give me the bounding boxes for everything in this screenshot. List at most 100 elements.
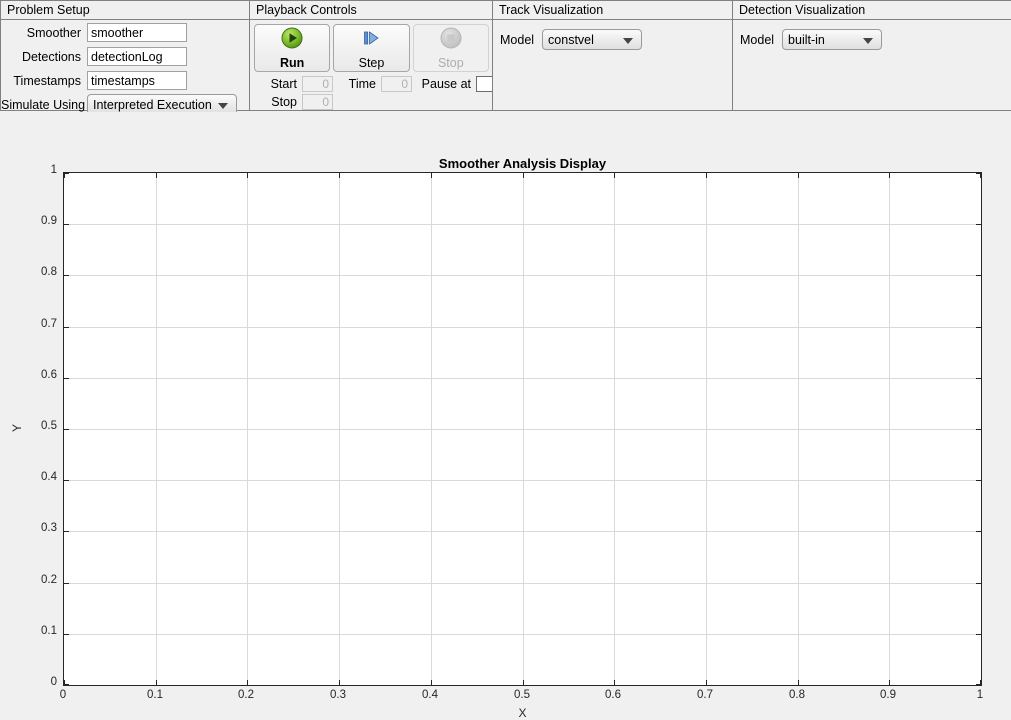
panel-body-track-visualization: Model constvel [493,20,732,110]
panel-detection-visualization: Detection Visualization Model built-in [732,0,1011,111]
field-row-detections: Detections [1,45,249,68]
y-axis-tick [976,327,981,328]
y-tick-label: 0 [50,676,57,688]
label-track-model: Model [500,32,535,47]
chevron-down-icon [623,37,634,44]
panel-title-detection-visualization: Detection Visualization [733,1,1011,20]
x-tick-label: 0.1 [147,689,163,701]
y-axis-tick [64,429,69,430]
y-tick-label: 0.6 [41,369,57,381]
step-button[interactable]: Step [333,24,410,72]
label-timestamps: Timestamps [13,73,81,88]
detections-input[interactable] [87,47,187,66]
stop-button-label: Stop [437,56,464,70]
grid-line-horizontal [64,480,981,481]
y-axis-tick [976,480,981,481]
plot-axes[interactable] [63,172,982,686]
panel-title-problem-setup: Problem Setup [1,1,249,20]
y-axis-label: Y [10,424,24,433]
x-tick-label: 0 [59,689,67,701]
x-axis-tick [339,173,340,178]
x-axis-tick [247,680,248,685]
y-axis-tick [976,378,981,379]
playback-button-group: Run Step Stop [250,20,492,72]
run-button-label: Run [280,56,305,70]
y-axis-tick [64,173,69,174]
y-axis-tick [64,327,69,328]
x-axis-tick [156,680,157,685]
panel-body-detection-visualization: Model built-in [733,20,1011,110]
y-axis-tick [64,275,69,276]
chevron-down-icon [863,37,874,44]
y-axis-tick [976,429,981,430]
playback-field-group: Start Stop Time Pause [250,72,507,111]
simulate-using-value: Interpreted Execution [93,97,212,112]
track-model-dropdown[interactable]: constvel [542,29,643,50]
stop-circle-gray-icon [440,27,462,54]
stop-input[interactable] [302,93,333,110]
panel-playback-controls: Playback Controls Run Step Stop Start 0 … [249,0,507,111]
x-tick-label: 0.3 [330,689,346,701]
y-axis-tick [64,224,69,225]
x-axis-tick [431,680,432,685]
y-axis-tick [64,378,69,379]
x-axis-tick [889,680,890,685]
panel-title-track-visualization: Track Visualization [493,1,732,20]
x-axis-tick [156,173,157,178]
time-input[interactable] [381,75,412,92]
y-axis-tick [64,531,69,532]
panel-problem-setup: Problem Setup Smoother Detections Timest… [0,0,250,115]
y-axis-tick [64,583,69,584]
chevron-down-icon [218,102,228,109]
grid-line-horizontal [64,327,981,328]
x-axis-tick [798,173,799,178]
y-tick-label: 0.4 [41,471,57,483]
y-tick-label: 0.7 [41,318,57,330]
label-smoother: Smoother [26,25,81,40]
field-row-detection-model: Model built-in [733,20,1011,50]
field-row-start: Start [252,75,333,92]
x-axis-tick [431,173,432,178]
smoother-input[interactable] [87,23,187,42]
x-axis-tick [706,680,707,685]
label-detection-model: Model [740,32,775,47]
grid-line-horizontal [64,378,981,379]
y-axis-tick [976,275,981,276]
x-tick-label: 0.5 [514,689,530,701]
time-column: Time [333,75,412,111]
y-tick-label: 0.2 [41,574,57,586]
run-button[interactable]: Run [254,24,331,72]
play-circle-green-icon [281,27,303,54]
start-input[interactable] [302,75,333,92]
y-axis-tick [976,583,981,584]
y-tick-label: 1 [50,164,57,176]
y-axis-tick [64,480,69,481]
panel-title-playback-controls: Playback Controls [250,1,492,20]
y-tick-label: 0.9 [41,215,57,227]
y-tick-label: 0.8 [41,266,57,278]
x-tick-label: 0.2 [238,689,254,701]
y-tick-label: 0.1 [41,625,57,637]
grid-line-horizontal [64,583,981,584]
chart-title: Smoother Analysis Display [438,156,607,171]
stop-button[interactable]: Stop [412,24,489,72]
y-axis-tick [976,634,981,635]
step-button-label: Step [358,56,385,70]
y-axis-tick [976,224,981,225]
detection-model-dropdown[interactable]: built-in [782,29,883,50]
label-time: Time [348,76,376,91]
x-axis-tick [798,680,799,685]
y-axis-tick [976,531,981,532]
x-tick-label: 0.6 [605,689,621,701]
x-tick-label: 0.8 [789,689,805,701]
x-axis-tick [614,680,615,685]
x-tick-label: 0.4 [422,689,438,701]
timestamps-input[interactable] [87,71,187,90]
x-axis-tick [889,173,890,178]
grid-line-horizontal [64,275,981,276]
y-axis-tick [976,684,981,685]
field-row-timestamps: Timestamps [1,69,249,92]
label-pause-at: Pause at [421,76,471,91]
toolbar: Problem Setup Smoother Detections Timest… [0,0,1011,115]
x-axis-tick [523,680,524,685]
